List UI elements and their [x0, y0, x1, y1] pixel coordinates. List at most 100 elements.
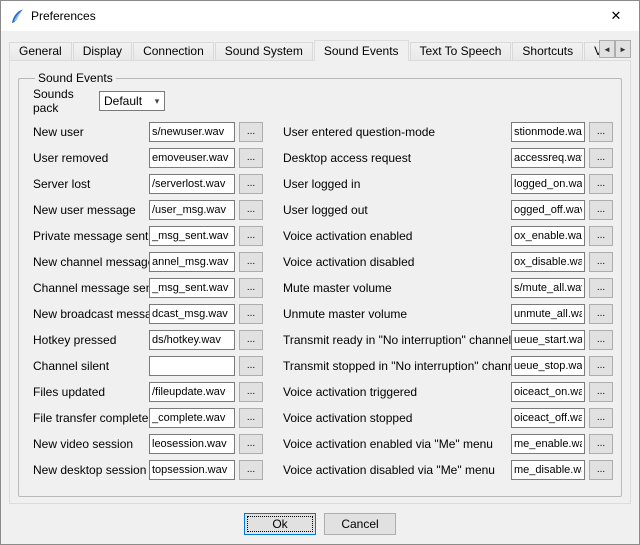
browse-button[interactable]: ... — [589, 330, 613, 350]
sound-event-row: New broadcast message... — [33, 301, 271, 327]
window-title: Preferences — [31, 9, 96, 23]
sound-file-input[interactable] — [511, 174, 585, 194]
sound-event-row: New desktop session... — [33, 457, 271, 483]
sound-event-row: Voice activation disabled... — [283, 249, 613, 275]
sound-event-label: Desktop access request — [283, 151, 511, 165]
browse-button[interactable]: ... — [589, 408, 613, 428]
cancel-button[interactable]: Cancel — [324, 513, 396, 535]
browse-button[interactable]: ... — [239, 200, 263, 220]
sound-file-input[interactable] — [149, 356, 235, 376]
sound-file-input[interactable] — [511, 434, 585, 454]
browse-button[interactable]: ... — [239, 226, 263, 246]
sound-file-input[interactable] — [511, 148, 585, 168]
sound-file-input[interactable] — [511, 356, 585, 376]
browse-button[interactable]: ... — [589, 252, 613, 272]
app-icon — [9, 8, 25, 24]
browse-button[interactable]: ... — [589, 278, 613, 298]
sound-event-row: Voice activation disabled via "Me" menu.… — [283, 457, 613, 483]
tab-text-to-speech[interactable]: Text To Speech — [410, 42, 512, 61]
browse-button[interactable]: ... — [239, 304, 263, 324]
browse-button[interactable]: ... — [239, 356, 263, 376]
browse-button[interactable]: ... — [589, 460, 613, 480]
browse-button[interactable]: ... — [239, 148, 263, 168]
sound-file-input[interactable] — [511, 122, 585, 142]
tab-connection[interactable]: Connection — [133, 42, 214, 61]
sound-file-input[interactable] — [511, 330, 585, 350]
close-icon[interactable]: ✕ — [593, 1, 639, 31]
sound-file-input[interactable] — [511, 408, 585, 428]
tab-scroll-control: ◄ ► — [599, 40, 631, 58]
sound-file-input[interactable] — [511, 200, 585, 220]
sound-file-input[interactable] — [149, 174, 235, 194]
sound-event-label: Transmit stopped in "No interruption" ch… — [283, 359, 511, 373]
tab-sound-events[interactable]: Sound Events — [314, 40, 409, 61]
sound-file-input[interactable] — [511, 304, 585, 324]
sound-event-label: New broadcast message — [33, 307, 149, 321]
sound-event-label: Channel message sent — [33, 281, 149, 295]
dialog-content: GeneralDisplayConnectionSound SystemSoun… — [1, 31, 639, 544]
sound-event-row: Channel silent... — [33, 353, 271, 379]
sound-event-row: User logged in... — [283, 171, 613, 197]
sound-file-input[interactable] — [149, 200, 235, 220]
sound-file-input[interactable] — [149, 382, 235, 402]
sound-event-row: Channel message sent... — [33, 275, 271, 301]
sound-file-input[interactable] — [149, 148, 235, 168]
sound-file-input[interactable] — [149, 122, 235, 142]
sound-event-label: Voice activation enabled via "Me" menu — [283, 437, 511, 451]
browse-button[interactable]: ... — [239, 252, 263, 272]
browse-button[interactable]: ... — [239, 460, 263, 480]
browse-button[interactable]: ... — [239, 330, 263, 350]
browse-button[interactable]: ... — [589, 434, 613, 454]
sound-file-input[interactable] — [149, 304, 235, 324]
browse-button[interactable]: ... — [239, 382, 263, 402]
sound-event-row: Voice activation enabled via "Me" menu..… — [283, 431, 613, 457]
tab-scroll-left-icon[interactable]: ◄ — [599, 40, 615, 58]
right-column: User entered question-mode... Desktop acc… — [283, 119, 613, 483]
browse-button[interactable]: ... — [589, 200, 613, 220]
sound-file-input[interactable] — [149, 434, 235, 454]
browse-button[interactable]: ... — [589, 356, 613, 376]
sound-event-label: User logged in — [283, 177, 511, 191]
sound-file-input[interactable] — [511, 252, 585, 272]
groupbox-title: Sound Events — [35, 71, 116, 85]
sound-file-input[interactable] — [149, 330, 235, 350]
browse-button[interactable]: ... — [239, 408, 263, 428]
sound-file-input[interactable] — [149, 408, 235, 428]
browse-button[interactable]: ... — [589, 304, 613, 324]
browse-button[interactable]: ... — [239, 174, 263, 194]
tab-video[interactable]: Video — [584, 42, 599, 61]
sound-file-input[interactable] — [511, 278, 585, 298]
sound-file-input[interactable] — [149, 278, 235, 298]
tab-scroll-right-icon[interactable]: ► — [615, 40, 631, 58]
sound-event-label: New video session — [33, 437, 149, 451]
browse-button[interactable]: ... — [589, 226, 613, 246]
sound-file-input[interactable] — [149, 226, 235, 246]
sound-event-row: New video session... — [33, 431, 271, 457]
sound-file-input[interactable] — [149, 460, 235, 480]
sound-event-row: User entered question-mode... — [283, 119, 613, 145]
browse-button[interactable]: ... — [589, 174, 613, 194]
sound-event-label: User entered question-mode — [283, 125, 511, 139]
sound-event-row: Mute master volume... — [283, 275, 613, 301]
tab-list: GeneralDisplayConnectionSound SystemSoun… — [9, 39, 599, 61]
sounds-pack-select[interactable]: Default ▾ — [99, 91, 165, 111]
title-bar: Preferences ✕ — [1, 1, 639, 31]
tab-general[interactable]: General — [9, 42, 72, 61]
sound-event-label: Voice activation stopped — [283, 411, 511, 425]
sound-event-label: Files updated — [33, 385, 149, 399]
browse-button[interactable]: ... — [239, 122, 263, 142]
sound-file-input[interactable] — [511, 460, 585, 480]
tab-shortcuts[interactable]: Shortcuts — [512, 42, 583, 61]
sound-file-input[interactable] — [511, 382, 585, 402]
sound-file-input[interactable] — [511, 226, 585, 246]
ok-button[interactable]: Ok — [244, 513, 316, 535]
tab-display[interactable]: Display — [73, 42, 132, 61]
browse-button[interactable]: ... — [589, 122, 613, 142]
sound-event-label: New user message — [33, 203, 149, 217]
tab-sound-system[interactable]: Sound System — [215, 42, 313, 61]
browse-button[interactable]: ... — [589, 148, 613, 168]
browse-button[interactable]: ... — [239, 278, 263, 298]
browse-button[interactable]: ... — [589, 382, 613, 402]
browse-button[interactable]: ... — [239, 434, 263, 454]
sound-file-input[interactable] — [149, 252, 235, 272]
